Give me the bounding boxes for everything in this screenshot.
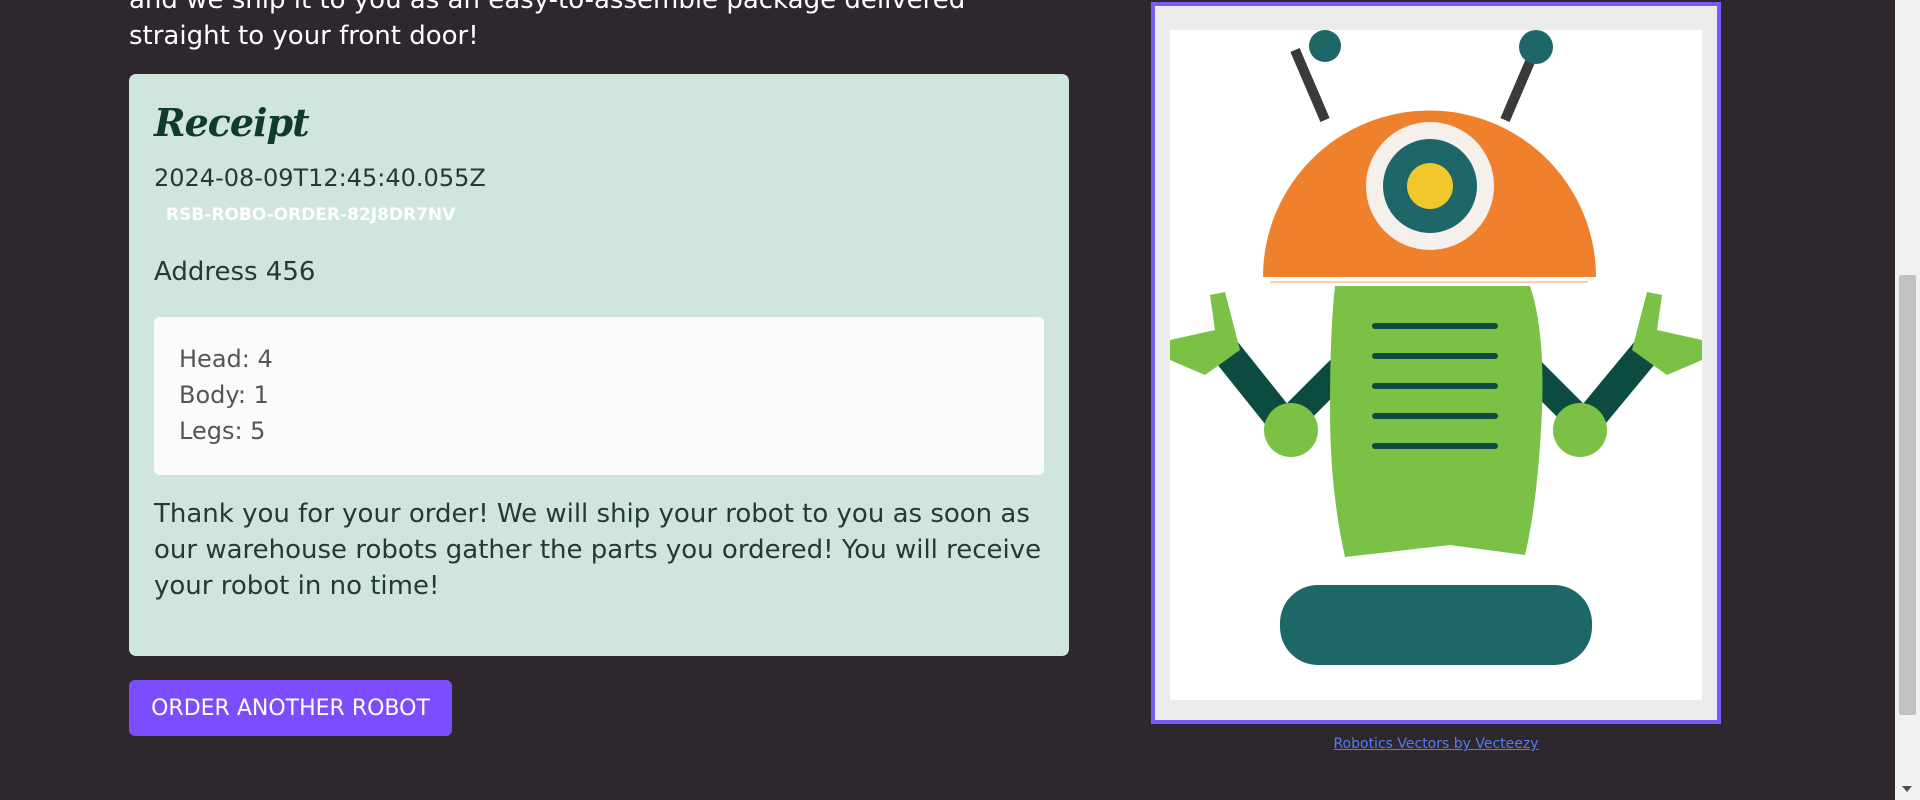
thank-you-message: Thank you for your order! We will ship y…: [154, 499, 1042, 601]
part-body: Body: 1: [179, 381, 269, 409]
antenna-left-ball: [1309, 30, 1341, 62]
parts-list: Head: 4 Body: 1 Legs: 5: [154, 317, 1044, 475]
intro-text: and we ship it to you as an easy-to-asse…: [129, 0, 966, 51]
scrollbar-thumb[interactable]: [1899, 275, 1916, 715]
order-timestamp: 2024-08-09T12:45:40.055Z: [154, 164, 486, 192]
page-scrollbar[interactable]: [1895, 0, 1920, 800]
part-legs: Legs: 5: [179, 417, 266, 445]
robot-preview: [1170, 30, 1702, 700]
order-address: Address 456: [154, 257, 316, 287]
robot-eye-pupil: [1407, 163, 1453, 209]
part-head: Head: 4: [179, 345, 273, 373]
antenna-right-ball: [1519, 30, 1553, 64]
image-credit-link[interactable]: Robotics Vectors by Vecteezy: [1151, 736, 1721, 752]
order-another-button[interactable]: ORDER ANOTHER ROBOT: [129, 680, 452, 736]
receipt-panel: Receipt 2024-08-09T12:45:40.055Z RSB-ROB…: [129, 74, 1069, 656]
receipt-title: Receipt: [154, 100, 310, 145]
right-shoulder: [1553, 403, 1607, 457]
order-id: RSB-ROBO-ORDER-82J8DR7NV: [166, 205, 456, 225]
robot-base: [1280, 585, 1592, 665]
robot-preview-frame: [1151, 2, 1721, 724]
scroll-down-icon[interactable]: [1902, 786, 1912, 792]
robot-image: [1170, 30, 1702, 665]
left-shoulder: [1264, 403, 1318, 457]
